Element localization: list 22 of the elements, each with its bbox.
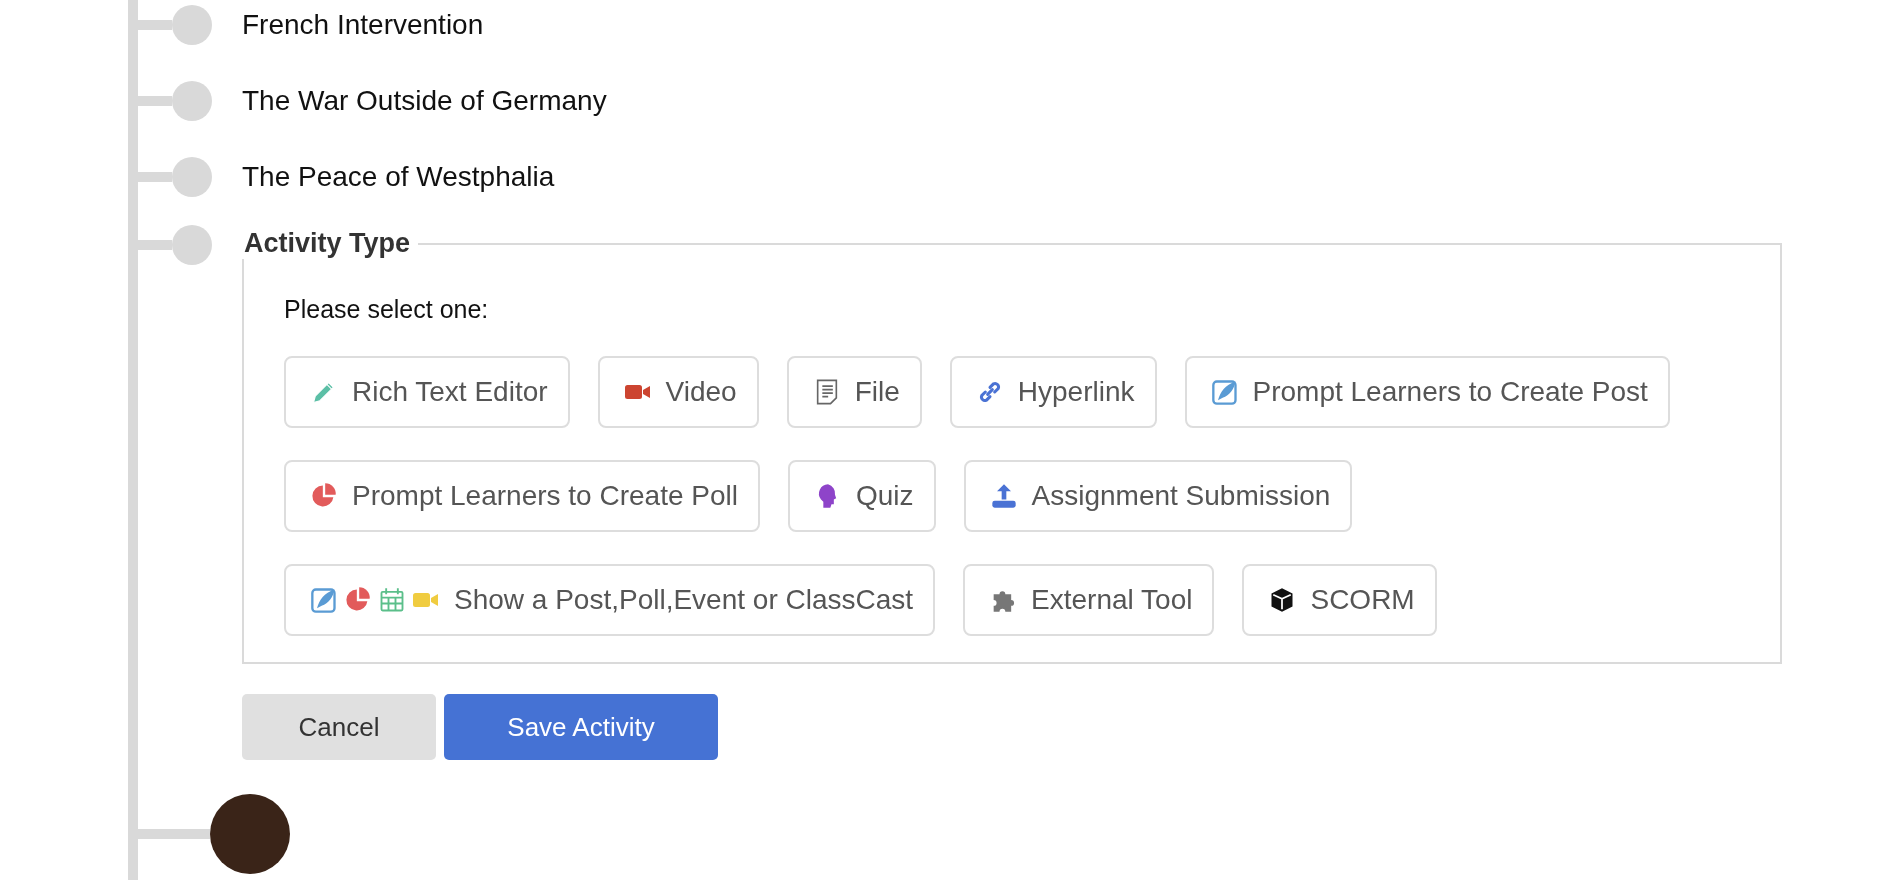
timeline-item-title: The Peace of Westphalia — [242, 161, 555, 193]
upload-icon — [989, 482, 1018, 510]
activity-option-button[interactable]: Assignment Submission — [963, 460, 1353, 532]
panel-legend: Activity Type — [242, 228, 419, 259]
cancel-button[interactable]: Cancel — [242, 694, 436, 760]
activity-option-button[interactable]: Show a Post,Poll,Event or ClassCast — [284, 564, 936, 636]
timeline-item-title: The War Outside of Germany — [242, 85, 607, 117]
timeline-item-title: French Intervention — [242, 9, 484, 41]
activity-option-button[interactable]: Rich Text Editor — [284, 356, 570, 428]
content-types-icon — [310, 586, 440, 614]
feather-post-icon — [1210, 378, 1239, 406]
activity-option-button[interactable]: Prompt Learners to Create Post — [1184, 356, 1670, 428]
activity-option-button[interactable]: External Tool — [963, 564, 1215, 636]
timeline-connector — [138, 829, 210, 839]
activity-option-button[interactable]: File — [786, 356, 922, 428]
activity-option-button[interactable]: SCORM — [1242, 564, 1437, 636]
activity-option-button[interactable]: Video — [597, 356, 759, 428]
activity-option-button[interactable]: Prompt Learners to Create Poll — [284, 460, 760, 532]
activity-option-button[interactable]: Quiz — [787, 460, 936, 532]
prompt-text: Please select one: — [284, 295, 490, 324]
activity-option-button[interactable]: Hyperlink — [949, 356, 1157, 428]
save-button[interactable]: Save Activity — [444, 694, 718, 760]
